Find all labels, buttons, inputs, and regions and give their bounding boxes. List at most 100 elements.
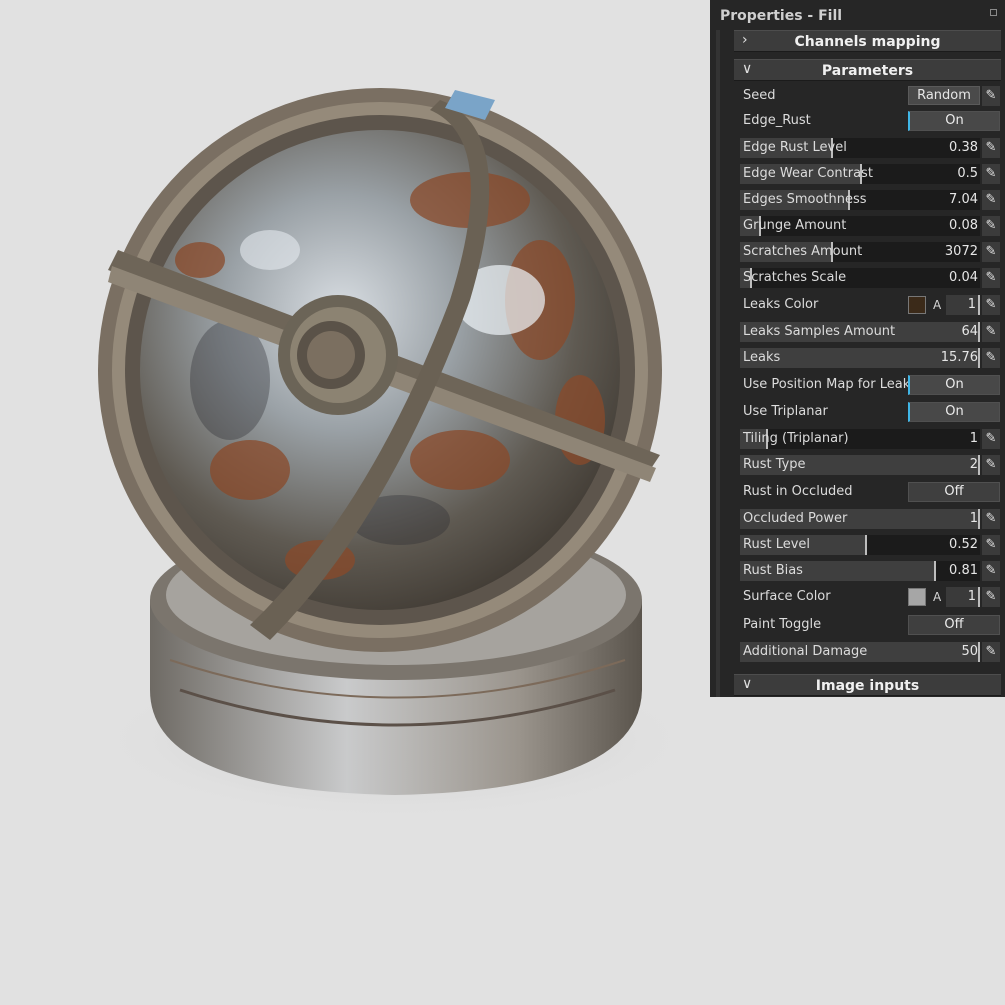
param-value: 3072 bbox=[944, 244, 978, 259]
section-label: Image inputs bbox=[815, 678, 920, 694]
param-value: 64 bbox=[961, 324, 978, 339]
use-position-map-toggle[interactable]: On bbox=[908, 375, 1000, 395]
pencil-icon[interactable]: ✎ bbox=[982, 86, 1000, 106]
edge-rust-toggle[interactable]: On bbox=[908, 111, 1000, 131]
panel-title: Properties - Fill bbox=[720, 8, 843, 24]
param-label: Edge Wear Contrast bbox=[743, 166, 873, 181]
param-value: 15.76 bbox=[940, 350, 978, 365]
grunge-amount-slider[interactable]: Grunge Amount 0.08 bbox=[740, 216, 980, 236]
param-value: 0.81 bbox=[949, 563, 978, 578]
pencil-icon[interactable]: ✎ bbox=[982, 642, 1000, 662]
pencil-icon[interactable]: ✎ bbox=[982, 322, 1000, 342]
pencil-icon[interactable]: ✎ bbox=[982, 455, 1000, 475]
param-value: 0.5 bbox=[957, 166, 978, 181]
param-value: 1 bbox=[967, 589, 976, 604]
occluded-power-slider[interactable]: Occluded Power 1 bbox=[740, 509, 980, 529]
leaks-slider[interactable]: Leaks 15.76 bbox=[740, 348, 980, 368]
param-scratches-amount: Scratches Amount 3072 ✎ bbox=[740, 241, 1002, 263]
pencil-icon[interactable]: ✎ bbox=[982, 348, 1000, 368]
param-label: Additional Damage bbox=[743, 644, 868, 659]
pencil-icon[interactable]: ✎ bbox=[982, 190, 1000, 210]
section-parameters[interactable]: ∨ Parameters bbox=[734, 59, 1001, 81]
viewport-preview[interactable] bbox=[0, 0, 710, 1005]
param-value: 1 bbox=[969, 511, 978, 526]
dock-icon[interactable] bbox=[990, 9, 997, 16]
edge-wear-contrast-slider[interactable]: Edge Wear Contrast 0.5 bbox=[740, 164, 980, 184]
param-label: Edge Rust Level bbox=[743, 140, 847, 155]
section-image-inputs[interactable]: ∨ Image inputs bbox=[734, 674, 1001, 696]
param-label: Leaks bbox=[743, 350, 781, 365]
param-use-triplanar: Use Triplanar On bbox=[740, 401, 1002, 423]
section-label: Channels mapping bbox=[794, 34, 941, 50]
param-edge-rust-level: Edge Rust Level 0.38 ✎ bbox=[740, 137, 1002, 159]
param-additional-damage: Additional Damage 50 ✎ bbox=[740, 641, 1002, 663]
random-seed-button[interactable]: Random bbox=[908, 86, 980, 105]
pencil-icon[interactable]: ✎ bbox=[982, 587, 1000, 607]
pencil-icon[interactable]: ✎ bbox=[982, 268, 1000, 288]
section-channels-mapping[interactable]: › Channels mapping bbox=[734, 30, 1001, 52]
param-label: Use Position Map for Leaks bbox=[743, 377, 918, 392]
param-leaks: Leaks 15.76 ✎ bbox=[740, 347, 1002, 369]
rust-bias-slider[interactable]: Rust Bias 0.81 bbox=[740, 561, 980, 581]
param-value: 0.04 bbox=[949, 270, 978, 285]
param-occluded-power: Occluded Power 1 ✎ bbox=[740, 508, 1002, 530]
additional-damage-slider[interactable]: Additional Damage 50 bbox=[740, 642, 980, 662]
param-label: Rust Level bbox=[743, 537, 811, 552]
param-label: Leaks Color bbox=[743, 297, 819, 312]
param-label: Scratches Scale bbox=[743, 270, 847, 285]
param-tiling-triplanar: Tiling (Triplanar) 1 ✎ bbox=[740, 428, 1002, 450]
scratches-amount-slider[interactable]: Scratches Amount 3072 bbox=[740, 242, 980, 262]
rust-in-occluded-toggle[interactable]: Off bbox=[908, 482, 1000, 502]
pencil-icon[interactable]: ✎ bbox=[982, 535, 1000, 555]
pencil-icon[interactable]: ✎ bbox=[982, 429, 1000, 449]
param-label: Scratches Amount bbox=[743, 244, 863, 259]
param-value: 2 bbox=[969, 457, 978, 472]
properties-panel: Properties - Fill › Channels mapping ∨ P… bbox=[710, 0, 1005, 697]
param-use-position-map: Use Position Map for Leaks On bbox=[740, 374, 1002, 396]
param-label: Occluded Power bbox=[743, 511, 848, 526]
param-label: Seed bbox=[743, 88, 776, 103]
param-rust-bias: Rust Bias 0.81 ✎ bbox=[740, 560, 1002, 582]
alpha-label: A bbox=[933, 590, 942, 604]
param-rust-in-occluded: Rust in Occluded Off bbox=[740, 481, 1002, 503]
alpha-label: A bbox=[933, 298, 942, 312]
param-scratches-scale: Scratches Scale 0.04 ✎ bbox=[740, 267, 1002, 289]
rust-type-slider[interactable]: Rust Type 2 bbox=[740, 455, 980, 475]
panel-scrollbar[interactable] bbox=[716, 30, 720, 697]
param-label: Rust Bias bbox=[743, 563, 803, 578]
pencil-icon[interactable]: ✎ bbox=[982, 295, 1000, 315]
param-value: 50 bbox=[961, 644, 978, 659]
section-label: Parameters bbox=[821, 63, 914, 79]
pencil-icon[interactable]: ✎ bbox=[982, 138, 1000, 158]
param-value: 0.08 bbox=[949, 218, 978, 233]
edge-rust-level-slider[interactable]: Edge Rust Level 0.38 bbox=[740, 138, 980, 158]
param-surface-color: Surface Color A 1 ✎ bbox=[740, 586, 1002, 608]
param-label: Use Triplanar bbox=[743, 404, 828, 419]
param-label: Leaks Samples Amount bbox=[743, 324, 896, 339]
edges-smoothness-slider[interactable]: Edges Smoothness 7.04 bbox=[740, 190, 980, 210]
param-leaks-color: Leaks Color A 1 ✎ bbox=[740, 294, 1002, 316]
pencil-icon[interactable]: ✎ bbox=[982, 561, 1000, 581]
param-rust-level: Rust Level 0.52 ✎ bbox=[740, 534, 1002, 556]
rust-level-slider[interactable]: Rust Level 0.52 bbox=[740, 535, 980, 555]
material-sphere-render bbox=[95, 88, 695, 820]
pencil-icon[interactable]: ✎ bbox=[982, 216, 1000, 236]
pencil-icon[interactable]: ✎ bbox=[982, 242, 1000, 262]
surface-color-swatch[interactable] bbox=[908, 588, 926, 606]
paint-toggle-toggle[interactable]: Off bbox=[908, 615, 1000, 635]
surface-alpha-slider[interactable]: 1 bbox=[946, 587, 980, 607]
pencil-icon[interactable]: ✎ bbox=[982, 509, 1000, 529]
param-value: 1 bbox=[967, 297, 976, 312]
param-edge-rust: Edge_Rust On bbox=[740, 110, 1002, 132]
leaks-alpha-slider[interactable]: 1 bbox=[946, 295, 980, 315]
param-edges-smoothness: Edges Smoothness 7.04 ✎ bbox=[740, 189, 1002, 211]
param-edge-wear-contrast: Edge Wear Contrast 0.5 ✎ bbox=[740, 163, 1002, 185]
param-value: 1 bbox=[969, 431, 978, 446]
tiling-triplanar-slider[interactable]: Tiling (Triplanar) 1 bbox=[740, 429, 980, 449]
param-value: 0.52 bbox=[949, 537, 978, 552]
scratches-scale-slider[interactable]: Scratches Scale 0.04 bbox=[740, 268, 980, 288]
pencil-icon[interactable]: ✎ bbox=[982, 164, 1000, 184]
use-triplanar-toggle[interactable]: On bbox=[908, 402, 1000, 422]
leaks-samples-amount-slider[interactable]: Leaks Samples Amount 64 bbox=[740, 322, 980, 342]
leaks-color-swatch[interactable] bbox=[908, 296, 926, 314]
